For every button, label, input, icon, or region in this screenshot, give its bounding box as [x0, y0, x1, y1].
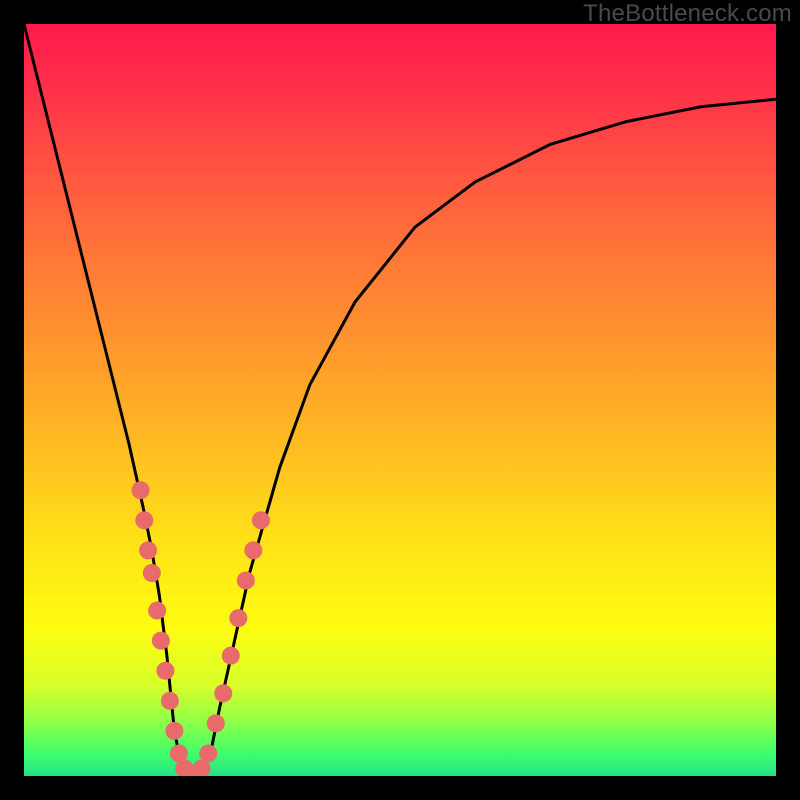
chart-frame: TheBottleneck.com [0, 0, 800, 800]
highlight-dot [214, 684, 232, 702]
highlight-dot [161, 692, 179, 710]
highlight-dot [199, 744, 217, 762]
highlight-dot [152, 632, 170, 650]
highlight-dot [156, 662, 174, 680]
highlight-dot [222, 647, 240, 665]
highlight-dot [229, 609, 247, 627]
bottleneck-curve [24, 24, 776, 776]
highlight-dot [244, 541, 262, 559]
highlight-dot [139, 541, 157, 559]
highlight-dot [143, 564, 161, 582]
highlight-dot [207, 714, 225, 732]
plot-area [24, 24, 776, 776]
highlight-dot [237, 571, 255, 589]
highlight-dot [148, 602, 166, 620]
curve-layer [24, 24, 776, 776]
watermark-text: TheBottleneck.com [583, 0, 792, 28]
highlight-dot [165, 722, 183, 740]
highlight-dot [135, 511, 153, 529]
highlight-dot [252, 511, 270, 529]
highlight-dot [132, 481, 150, 499]
